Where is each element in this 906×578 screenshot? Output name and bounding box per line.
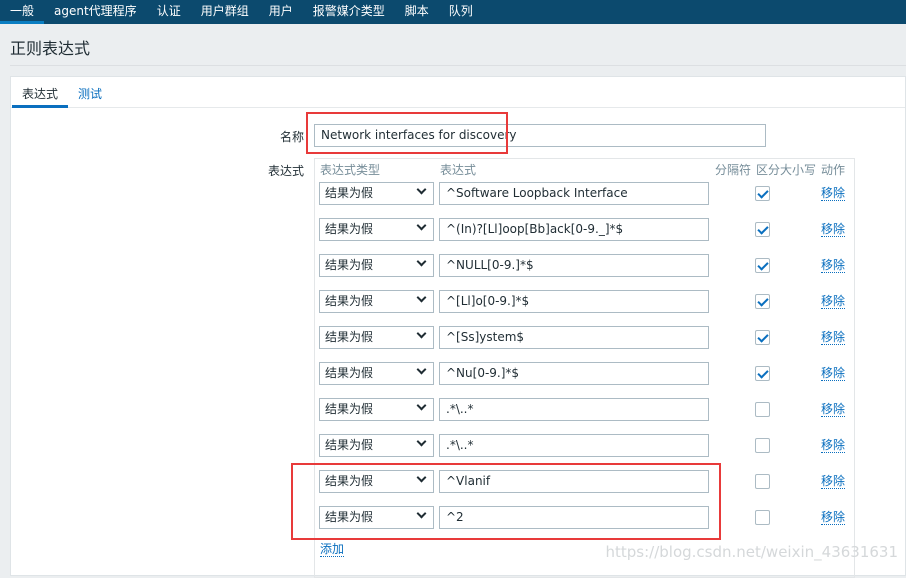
expression-type-select[interactable]: 结果为假 (319, 254, 434, 277)
name-label: 名称 (279, 130, 304, 144)
expression-type-select[interactable]: 结果为假 (319, 326, 434, 349)
tab-bar: 表达式 测试 (11, 77, 905, 108)
expression-type-select[interactable]: 结果为假 (319, 182, 434, 205)
highlight-box-rows (291, 463, 721, 540)
case-sensitive-checkbox[interactable] (755, 294, 770, 309)
select-value: 结果为假 (325, 330, 374, 344)
expression-input[interactable]: .*\..* (439, 398, 709, 421)
case-sensitive-checkbox[interactable] (755, 330, 770, 345)
remove-link[interactable]: 移除 (821, 402, 846, 417)
nav-item[interactable]: 认证 (147, 0, 191, 24)
case-sensitive-checkbox[interactable] (755, 186, 770, 201)
case-sensitive-checkbox[interactable] (755, 438, 770, 453)
remove-link[interactable]: 移除 (821, 366, 846, 381)
divider (10, 65, 906, 66)
add-link[interactable]: 添加 (320, 542, 345, 557)
nav-item[interactable]: agent代理程序 (44, 0, 147, 24)
nav-item[interactable]: 用户群组 (191, 0, 259, 24)
chevron-down-icon (416, 256, 427, 267)
expression-type-select[interactable]: 结果为假 (319, 398, 434, 421)
select-value: 结果为假 (325, 438, 374, 452)
chevron-down-icon (416, 220, 427, 231)
select-value: 结果为假 (325, 366, 374, 380)
chevron-down-icon (416, 400, 427, 411)
select-value: 结果为假 (325, 186, 374, 200)
chevron-down-icon (416, 364, 427, 375)
chevron-down-icon (416, 184, 427, 195)
expression-type-select[interactable]: 结果为假 (319, 218, 434, 241)
header-case-sensitive: 区分大小写 (756, 163, 817, 177)
case-sensitive-checkbox[interactable] (755, 258, 770, 273)
nav-item[interactable]: 报警媒介类型 (303, 0, 395, 24)
active-tab-indicator (12, 105, 68, 108)
expression-input[interactable]: ^Software Loopback Interface (439, 182, 709, 205)
expressions-label: 表达式 (267, 164, 304, 178)
tab-expressions[interactable]: 表达式 (22, 85, 58, 102)
header-delimiter: 分隔符 (715, 163, 752, 177)
expression-input[interactable]: ^(In)?[Ll]oop[Bb]ack[0-9._]*$ (439, 218, 709, 241)
expression-input[interactable]: ^NULL[0-9.]*$ (439, 254, 709, 277)
expression-input[interactable]: ^[Ss]ystem$ (439, 326, 709, 349)
remove-link[interactable]: 移除 (821, 222, 846, 237)
select-value: 结果为假 (325, 402, 374, 416)
expression-input[interactable]: ^Nu[0-9.]*$ (439, 362, 709, 385)
nav-item[interactable]: 脚本 (395, 0, 439, 24)
case-sensitive-checkbox[interactable] (755, 222, 770, 237)
expression-input[interactable]: ^[Ll]o[0-9.]*$ (439, 290, 709, 313)
remove-link[interactable]: 移除 (821, 438, 846, 453)
expression-type-select[interactable]: 结果为假 (319, 434, 434, 457)
nav-item[interactable]: 队列 (439, 0, 483, 24)
select-value: 结果为假 (325, 294, 374, 308)
expression-type-select[interactable]: 结果为假 (319, 362, 434, 385)
top-nav: 一般 agent代理程序 认证 用户群组 用户 报警媒介类型 脚本 队列 (0, 0, 906, 24)
remove-link[interactable]: 移除 (821, 258, 846, 273)
case-sensitive-checkbox[interactable] (755, 510, 770, 525)
expression-type-select[interactable]: 结果为假 (319, 290, 434, 313)
chevron-down-icon (416, 436, 427, 447)
chevron-down-icon (416, 328, 427, 339)
nav-item[interactable]: 用户 (259, 0, 303, 24)
select-value: 结果为假 (325, 222, 374, 236)
select-value: 结果为假 (325, 258, 374, 272)
expression-input[interactable]: .*\..* (439, 434, 709, 457)
case-sensitive-checkbox[interactable] (755, 474, 770, 489)
remove-link[interactable]: 移除 (821, 294, 846, 309)
remove-link[interactable]: 移除 (821, 186, 846, 201)
header-type: 表达式类型 (320, 163, 381, 177)
case-sensitive-checkbox[interactable] (755, 366, 770, 381)
page-title: 正则表达式 (10, 39, 91, 58)
case-sensitive-checkbox[interactable] (755, 402, 770, 417)
highlight-box-name (306, 112, 508, 154)
remove-link[interactable]: 移除 (821, 330, 846, 345)
chevron-down-icon (416, 292, 427, 303)
tab-test[interactable]: 测试 (78, 85, 102, 102)
remove-link[interactable]: 移除 (821, 474, 846, 489)
remove-link[interactable]: 移除 (821, 510, 846, 525)
nav-item[interactable]: 一般 (0, 0, 45, 24)
watermark: https://blog.csdn.net/weixin_43631631 (605, 543, 898, 561)
header-action: 动作 (821, 163, 846, 177)
header-expression: 表达式 (440, 163, 477, 177)
